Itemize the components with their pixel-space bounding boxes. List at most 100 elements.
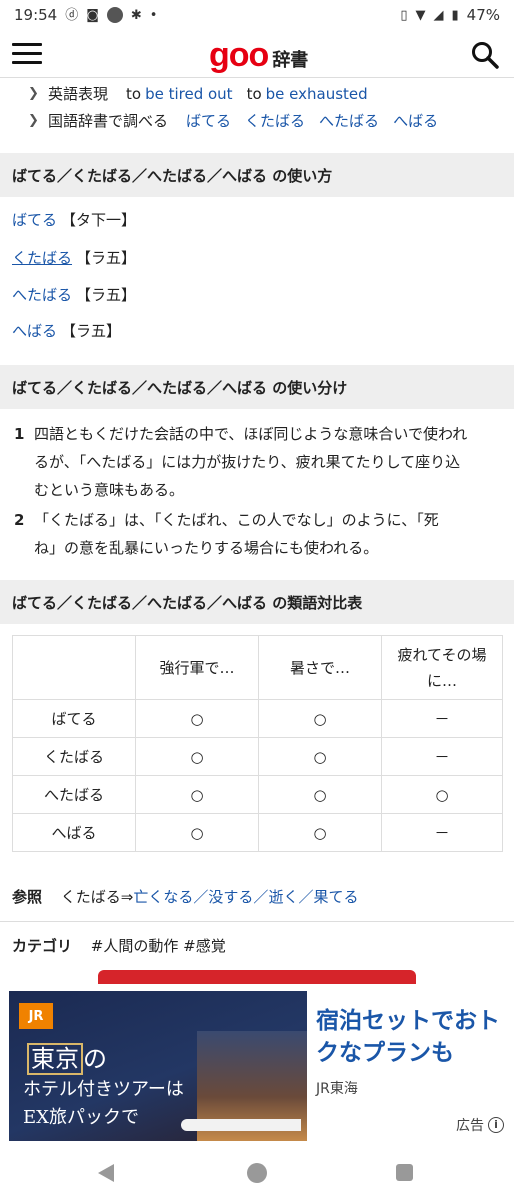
category-tag[interactable]: #感覚 — [183, 937, 226, 955]
instagram-icon: ◙ — [86, 7, 99, 23]
ad-headline[interactable]: 宿泊セットでおトクなプランも — [316, 1005, 506, 1069]
usage-item: ばてる 【タ下一】 — [12, 209, 136, 230]
english-link-exhausted[interactable]: be exhausted — [266, 85, 368, 103]
table-row: へたばる ○ ○ ○ — [12, 775, 503, 814]
reference-link-hateru[interactable]: 果てる — [313, 888, 358, 906]
distinction-heading: ばてる／くたばる／へたばる／へばる の使い分け — [0, 365, 514, 409]
d-docomo-icon: ⓓ — [65, 7, 79, 23]
table-row-word: くたばる — [12, 737, 136, 776]
usage-item: へばる 【ラ五】 — [12, 320, 121, 341]
table-row-word: へばる — [12, 813, 136, 852]
english-link-tired-out[interactable]: be tired out — [145, 85, 233, 103]
status-bar: 19:54 ⓓ ◙ ✱ • ▯ ▼ ◢ ▮ 47% — [0, 0, 514, 30]
hamburger-menu-icon[interactable] — [12, 43, 42, 65]
goo-jisho-logo[interactable]: goo 辞書 — [209, 36, 308, 75]
distinction-note: 2 「くたばる」は、「くたばれ、この人でなし」のように、「死 ね」の意を乱暴にい… — [14, 506, 504, 562]
related-links: ❯ 英語表現 to be tired out to be exhausted ❯… — [0, 80, 514, 134]
distinction-note: 1 四語ともくだけた会話の中で、ほぼ同じような意味合いで使われ るが、「へたばる… — [14, 420, 504, 504]
red-banner-button[interactable] — [98, 970, 416, 984]
chevron-right-icon: ❯ — [28, 113, 39, 128]
dot-icon: • — [149, 7, 158, 23]
note-number: 1 — [14, 425, 25, 443]
table-header-cell: 疲れてその場 に… — [381, 635, 503, 700]
ad-image-text: ホテル付きツアーは — [23, 1079, 184, 1100]
table-row-word: へたばる — [12, 775, 136, 814]
bug-icon: ✱ — [130, 7, 142, 23]
table-cell: ○ — [135, 775, 259, 814]
comparison-table: 強行軍で… 暑さで… 疲れてその場 に… ばてる ○ ○ － くたばる ○ ○ … — [12, 635, 503, 852]
kokugo-link-hebaru[interactable]: へばる — [393, 110, 438, 131]
table-cell: ○ — [258, 737, 382, 776]
table-cell: ○ — [135, 699, 259, 738]
logo-goo: goo — [209, 36, 269, 74]
english-prefix: to — [246, 84, 262, 103]
table-cell: － — [381, 737, 503, 776]
kokugo-link-hetabaru[interactable]: へたばる — [319, 110, 379, 131]
back-icon[interactable] — [98, 1164, 114, 1182]
table-cell: ○ — [258, 813, 382, 852]
english-expression-row: ❯ 英語表現 to be tired out to be exhausted — [0, 80, 514, 107]
note-number: 2 — [14, 511, 25, 529]
usage-kind: 【ラ五】 — [76, 286, 137, 304]
divider — [0, 921, 514, 922]
table-cell: ○ — [381, 775, 503, 814]
table-header-cell — [12, 635, 136, 700]
ad-banner[interactable]: JR 東京の ホテル付きツアーは EX旅パックで 宿泊セットでおトクなプランも … — [0, 985, 514, 1147]
info-icon[interactable]: i — [488, 1117, 504, 1133]
table-cell: ○ — [258, 775, 382, 814]
clock: 19:54 — [14, 6, 58, 24]
reference-link-nakunaru[interactable]: 亡くなる — [133, 888, 193, 906]
ad-image[interactable]: JR 東京の ホテル付きツアーは EX旅パックで — [9, 991, 307, 1141]
table-cell: － — [381, 813, 503, 852]
table-header-cell: 暑さで… — [258, 635, 382, 700]
table-row: くたばる ○ ○ － — [12, 737, 503, 776]
reference-label: 参照 — [12, 888, 43, 906]
usage-word-link[interactable]: へばる — [12, 322, 57, 340]
battery-percent: 47% — [466, 6, 500, 24]
reference-sep: ／ — [253, 888, 269, 906]
ad-image-text: EX旅パックで — [23, 1107, 139, 1128]
usage-kind: 【ラ五】 — [61, 322, 122, 340]
ad-label[interactable]: 広告 i — [456, 1115, 504, 1135]
category-row: カテゴリ #人間の動作 #感覚 — [12, 935, 226, 956]
english-expression-label: 英語表現 — [48, 85, 109, 103]
table-cell: ○ — [135, 813, 259, 852]
usage-word-link[interactable]: くたばる — [12, 249, 72, 267]
english-prefix: to — [126, 84, 142, 103]
table-row-word: ばてる — [12, 699, 136, 738]
usage-word-link[interactable]: ばてる — [12, 211, 57, 229]
note-text: 「くたばる」は、「くたばれ、この人でなし」のように、「死 ね」の意を乱暴にいった… — [34, 511, 439, 557]
reference-sep: ／ — [298, 888, 314, 906]
category-label: カテゴリ — [12, 937, 73, 955]
logo-jisho: 辞書 — [272, 50, 309, 71]
search-icon[interactable] — [470, 40, 500, 70]
table-cell: ○ — [135, 737, 259, 776]
reference-sep: ／ — [193, 888, 209, 906]
reference-link-bossuru[interactable]: 没する — [208, 888, 253, 906]
system-nav-bar — [0, 1148, 514, 1200]
usage-kind: 【ラ五】 — [76, 249, 137, 267]
battery-icon: ▮ — [451, 7, 459, 23]
table-header-row: 強行軍で… 暑さで… 疲れてその場 に… — [12, 635, 503, 700]
reference-text: くたばる⇒ — [60, 888, 134, 906]
kokugo-row: ❯ 国語辞書で調べる ばてる くたばる へたばる へばる — [0, 107, 514, 134]
chevron-right-icon: ❯ — [28, 86, 39, 101]
usage-word-link[interactable]: へたばる — [12, 286, 72, 304]
jr-logo: JR — [19, 1003, 53, 1029]
kokugo-link-kutabaru[interactable]: くたばる — [245, 110, 305, 131]
table-header-cell: 強行軍で… — [135, 635, 259, 700]
usage-heading: ばてる／くたばる／へたばる／へばる の使い方 — [0, 153, 514, 197]
home-icon[interactable] — [247, 1163, 267, 1183]
wifi-icon: ▼ — [415, 7, 426, 23]
table-cell: ○ — [258, 699, 382, 738]
recent-apps-icon[interactable] — [396, 1164, 413, 1181]
reference-row: 参照 くたばる⇒亡くなる／没する／逝く／果てる — [12, 886, 358, 907]
kokugo-label: 国語辞書で調べる — [48, 112, 169, 130]
kokugo-link-bateru[interactable]: ばてる — [186, 110, 231, 131]
vibrate-icon: ▯ — [400, 7, 408, 23]
category-tag[interactable]: #人間の動作 — [91, 937, 179, 955]
usage-item: へたばる 【ラ五】 — [12, 284, 136, 305]
table-cell: － — [381, 699, 503, 738]
reference-link-yuku[interactable]: 逝く — [268, 888, 298, 906]
comparison-heading: ばてる／くたばる／へたばる／へばる の類語対比表 — [0, 580, 514, 624]
